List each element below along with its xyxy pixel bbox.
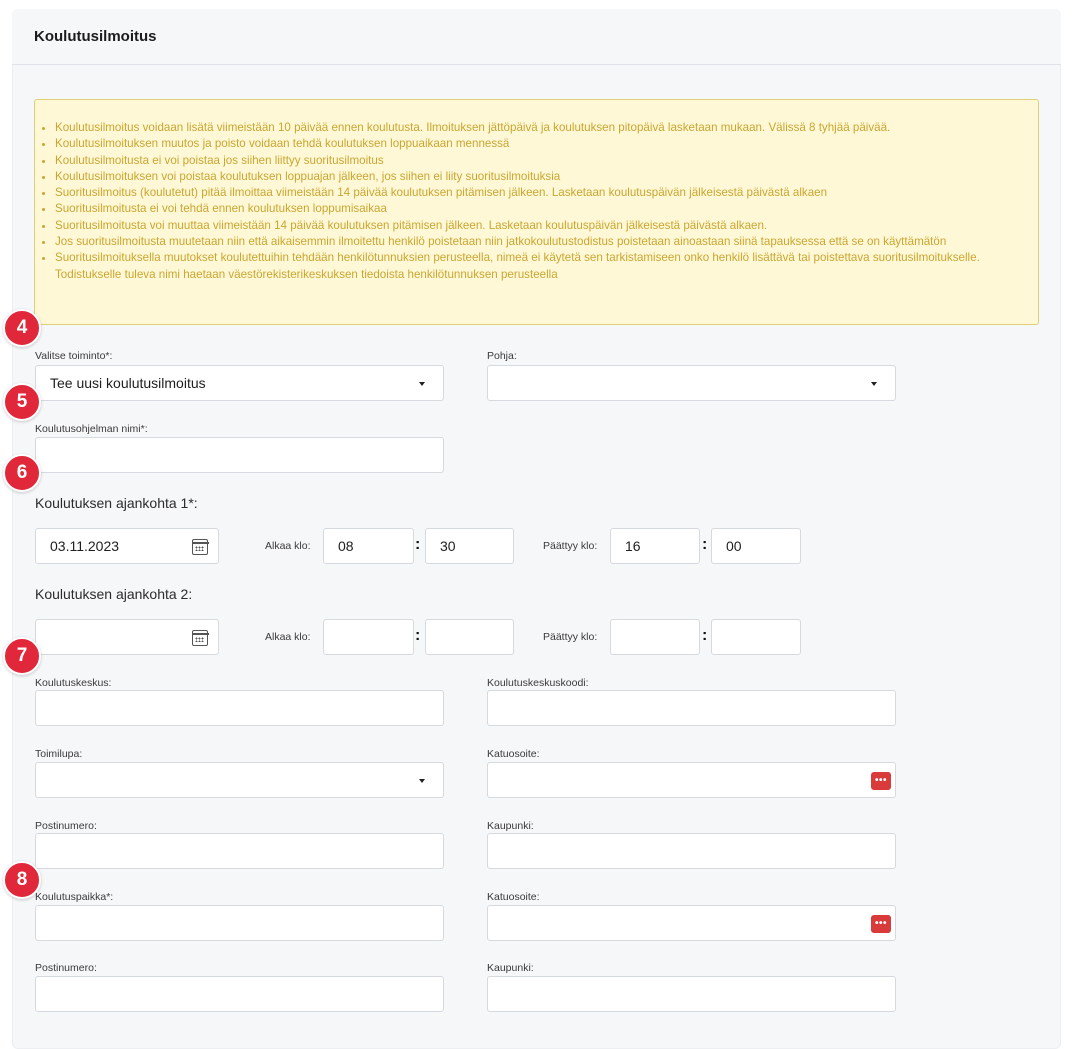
time1-start-label: Alkaa klo: <box>265 540 311 552</box>
time2-end-hour-input[interactable] <box>610 619 700 655</box>
chevron-down-icon <box>419 382 425 386</box>
template-select[interactable] <box>487 365 896 401</box>
time2-title: Koulutuksen ajankohta 2: <box>35 586 193 602</box>
program-name-input[interactable] <box>35 437 444 473</box>
city1-label: Kaupunki: <box>487 820 534 832</box>
time2-end-label: Päättyy klo: <box>543 631 598 643</box>
program-name-label: Koulutusohjelman nimi*: <box>35 423 148 435</box>
time1-end-hour-value: 16 <box>625 538 641 554</box>
time1-start-min-input[interactable]: 30 <box>425 528 514 564</box>
step-marker-4: 4 <box>3 309 41 347</box>
page-title: Koulutusilmoitus <box>34 28 157 45</box>
city1-input[interactable] <box>487 833 896 869</box>
step-marker-8: 8 <box>3 861 41 899</box>
action-select-value: Tee uusi koulutusilmoitus <box>50 375 206 391</box>
notice-item: Jos suoritusilmoitusta muutetaan niin et… <box>55 234 1025 250</box>
postal1-input[interactable] <box>35 833 444 869</box>
action-select[interactable]: Tee uusi koulutusilmoitus <box>35 365 444 401</box>
info-notice: Koulutusilmoitus voidaan lisätä viimeist… <box>34 99 1039 325</box>
notice-item: Koulutusilmoitus voidaan lisätä viimeist… <box>55 120 1025 136</box>
time-separator: : <box>415 536 421 553</box>
center-label: Koulutuskeskus: <box>35 677 112 689</box>
notice-list: Koulutusilmoitus voidaan lisätä viimeist… <box>35 120 1025 283</box>
notice-item: Suoritusilmoitus (koulutetut) pitää ilmo… <box>55 185 1025 201</box>
time1-date-value: 03.11.2023 <box>50 538 120 554</box>
time1-start-min-value: 30 <box>440 538 456 554</box>
center-code-label: Koulutuskeskuskoodi: <box>487 677 589 689</box>
chevron-down-icon <box>419 779 425 783</box>
venue-label: Koulutuspaikka*: <box>35 891 114 903</box>
time1-end-hour-input[interactable]: 16 <box>610 528 700 564</box>
card-header <box>12 9 1061 65</box>
city2-label: Kaupunki: <box>487 962 534 974</box>
chevron-down-icon <box>871 382 877 386</box>
time2-date-input[interactable] <box>35 619 219 655</box>
step-marker-5: 5 <box>3 383 41 421</box>
license-select[interactable] <box>35 762 444 798</box>
postal2-input[interactable] <box>35 976 444 1012</box>
step-marker-6: 6 <box>3 454 41 492</box>
time1-start-hour-input[interactable]: 08 <box>323 528 414 564</box>
center-code-input[interactable] <box>487 690 896 726</box>
notice-item: Koulutusilmoituksen voi poistaa koulutuk… <box>55 169 1025 185</box>
step-marker-7: 7 <box>3 637 41 675</box>
time1-end-label: Päättyy klo: <box>543 540 598 552</box>
calendar-icon[interactable] <box>191 539 209 555</box>
time1-end-min-input[interactable]: 00 <box>711 528 801 564</box>
address-lookup-icon[interactable]: ••• <box>871 772 891 790</box>
time2-start-min-input[interactable] <box>425 619 514 655</box>
time2-end-min-input[interactable] <box>711 619 801 655</box>
street1-input[interactable]: ••• <box>487 762 896 798</box>
time2-start-hour-input[interactable] <box>323 619 414 655</box>
time1-title: Koulutuksen ajankohta 1*: <box>35 495 198 511</box>
address-lookup-icon[interactable]: ••• <box>871 915 891 933</box>
template-label: Pohja: <box>487 350 517 362</box>
time-separator: : <box>702 536 708 553</box>
notice-item: Koulutusilmoituksen muutos ja poisto voi… <box>55 136 1025 152</box>
street1-label: Katuosoite: <box>487 748 540 760</box>
notice-item: Suoritusilmoitusta ei voi tehdä ennen ko… <box>55 201 1025 217</box>
postal2-label: Postinumero: <box>35 962 97 974</box>
notice-item: Koulutusilmoitusta ei voi poistaa jos si… <box>55 153 1025 169</box>
license-label: Toimilupa: <box>35 748 83 760</box>
city2-input[interactable] <box>487 976 896 1012</box>
venue-input[interactable] <box>35 905 444 941</box>
postal1-label: Postinumero: <box>35 820 97 832</box>
time2-start-label: Alkaa klo: <box>265 631 311 643</box>
action-label: Valitse toiminto*: <box>35 350 113 362</box>
center-input[interactable] <box>35 690 444 726</box>
street2-input[interactable]: ••• <box>487 905 896 941</box>
street2-label: Katuosoite: <box>487 891 540 903</box>
notice-item: Suoritusilmoitusta voi muuttaa viimeistä… <box>55 218 1025 234</box>
time1-date-input[interactable]: 03.11.2023 <box>35 528 219 564</box>
time-separator: : <box>702 627 708 644</box>
time-separator: : <box>415 627 421 644</box>
time1-end-min-value: 00 <box>726 538 742 554</box>
time1-start-hour-value: 08 <box>338 538 354 554</box>
notice-item: Suoritusilmoituksella muutokset koulutet… <box>55 250 1025 283</box>
calendar-icon[interactable] <box>191 630 209 646</box>
